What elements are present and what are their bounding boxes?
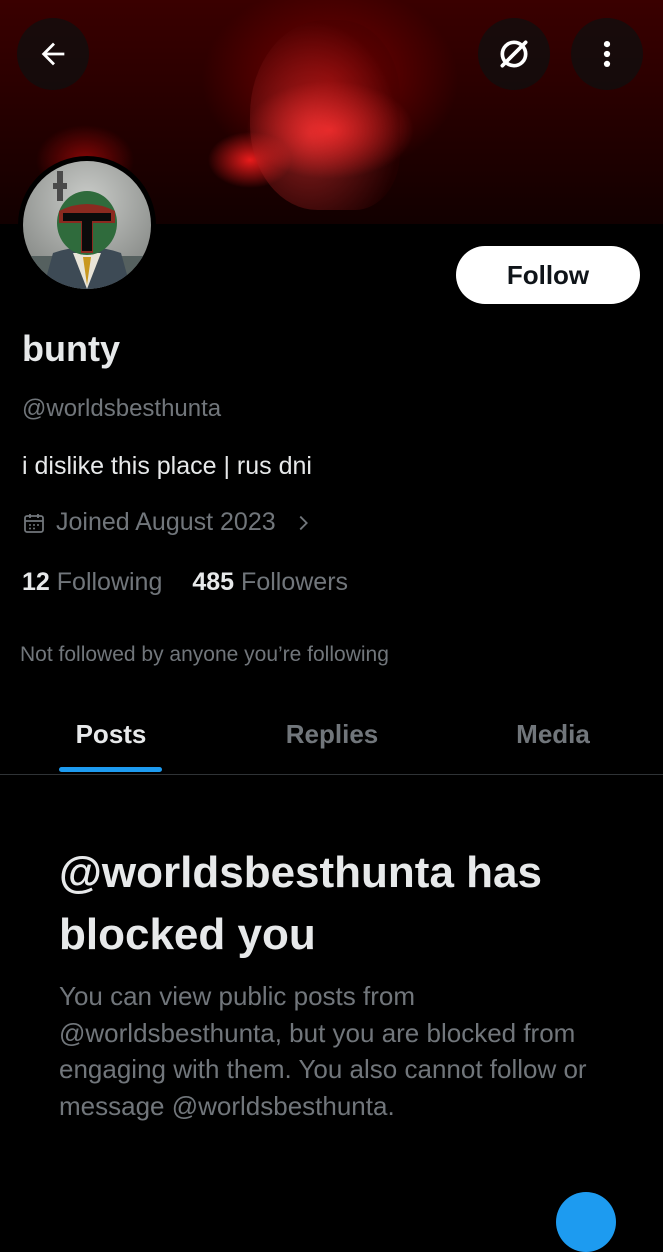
follow-button[interactable]: Follow [456,246,640,304]
banner-figure [250,20,400,210]
back-button[interactable] [17,18,89,90]
followers-label: Followers [241,568,349,596]
display-name: bunty [22,328,120,369]
helmet-figure-icon [23,171,151,289]
blocked-title: @worldsbesthunta has blocked you [59,848,542,959]
compose-button[interactable] [556,1192,616,1252]
chevron-right-icon [299,515,308,530]
profile-handle: @worldsbesthunta [22,395,222,422]
joined-label: Joined August 2023 [56,508,276,536]
calendar-icon [24,513,44,533]
profile-bio: i dislike this place | rus dni [22,452,312,480]
grok-icon [500,40,528,68]
following-link[interactable]: 12 Following [22,568,162,597]
tab-replies[interactable]: Replies [252,694,412,774]
tab-media[interactable]: Media [480,694,626,774]
tab-posts[interactable]: Posts [40,694,182,774]
follow-stats: 12 Following 485 Followers [22,568,348,597]
followers-count: 485 [192,568,235,596]
arrow-left-icon [41,42,65,66]
more-vertical-icon [603,40,611,68]
more-options-button[interactable] [571,18,643,90]
following-count: 12 [22,568,50,596]
avatar[interactable] [18,156,156,294]
following-label: Following [56,568,163,596]
joined-date[interactable]: Joined August 2023 [22,508,314,537]
grok-button[interactable] [478,18,550,90]
active-tab-indicator [59,767,162,772]
not-followed-note: Not followed by anyone you’re following [20,643,389,666]
blocked-description: You can view public posts from @worldsbe… [59,981,587,1121]
avatar-image [23,161,151,289]
profile-tabs: Posts Replies Media [0,694,663,775]
followers-link[interactable]: 485 Followers [192,568,348,597]
